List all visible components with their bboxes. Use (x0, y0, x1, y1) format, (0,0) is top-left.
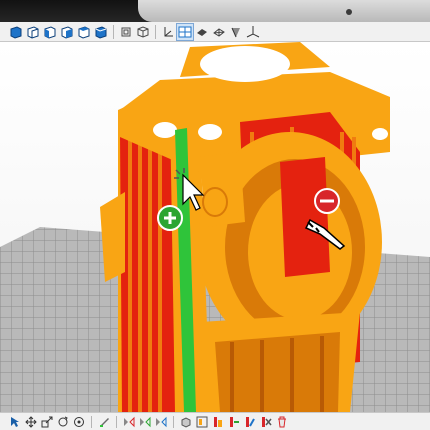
support-edit-icon[interactable] (243, 415, 257, 429)
webcam (346, 9, 352, 15)
add-support-marker[interactable] (157, 205, 183, 231)
clip-plane-icon[interactable] (228, 24, 244, 40)
remove-support-marker[interactable] (314, 188, 340, 214)
toolbar-separator (91, 415, 92, 428)
isometric-cube-icon[interactable] (135, 24, 151, 40)
print-model (100, 42, 390, 412)
scale-icon[interactable] (40, 415, 54, 429)
3d-viewport[interactable] (0, 42, 430, 412)
top-bore-hole (200, 46, 290, 82)
laptop-lid (138, 0, 430, 22)
flange-hole-edge (372, 128, 388, 140)
rotate-icon[interactable] (56, 415, 70, 429)
paint-brush-tool-icon[interactable] (97, 415, 111, 429)
model-mid-lug (200, 152, 245, 227)
view-top-icon[interactable] (76, 24, 92, 40)
scene-canvas[interactable] (0, 42, 430, 412)
toolbar-separator (173, 415, 174, 428)
mirror-z-icon[interactable] (154, 415, 168, 429)
view-front-icon[interactable] (8, 24, 24, 40)
view-left-icon[interactable] (42, 24, 58, 40)
view-bottom-icon[interactable] (93, 24, 109, 40)
axis-icon[interactable] (160, 24, 176, 40)
support-clear-icon[interactable] (259, 415, 273, 429)
split-view-icon[interactable] (176, 22, 194, 41)
move-icon[interactable] (24, 415, 38, 429)
view-back-icon[interactable] (25, 24, 41, 40)
tool-toolbar (0, 412, 430, 430)
solid-shading-icon[interactable] (194, 24, 210, 40)
ground-axes-icon[interactable] (245, 24, 261, 40)
support-remove-icon[interactable] (227, 415, 241, 429)
mirror-y-icon[interactable] (138, 415, 152, 429)
toolbar-separator (155, 24, 156, 39)
view-toolbar (0, 22, 430, 42)
mirror-x-icon[interactable] (122, 415, 136, 429)
target-icon[interactable] (72, 415, 86, 429)
select-arrow-icon[interactable] (8, 415, 22, 429)
add-part-icon[interactable] (179, 415, 193, 429)
flange-hole-right (198, 124, 222, 140)
view-right-icon[interactable] (59, 24, 75, 40)
perspective-icon[interactable] (118, 24, 134, 40)
flange-hole-left (153, 122, 177, 138)
delete-icon[interactable] (275, 415, 289, 429)
layout-icon[interactable] (195, 415, 209, 429)
support-add-icon[interactable] (211, 415, 225, 429)
wireframe-icon[interactable] (211, 24, 227, 40)
toolbar-separator (113, 24, 114, 39)
toolbar-separator (116, 415, 117, 428)
